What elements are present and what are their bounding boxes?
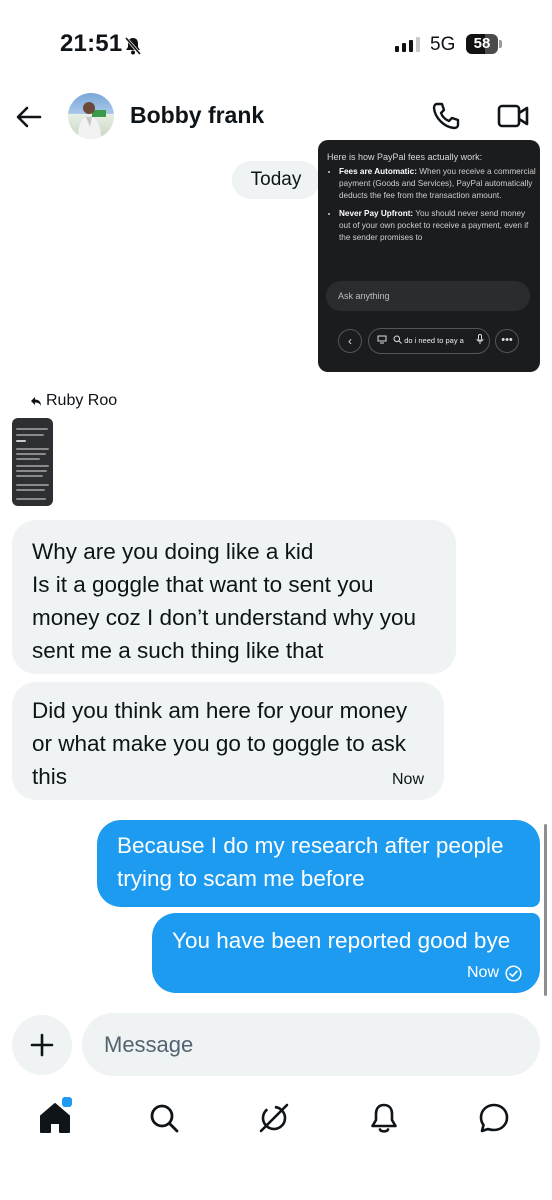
- search-icon[interactable]: [146, 1100, 182, 1136]
- network-type: 5G: [430, 34, 456, 55]
- contact-name[interactable]: Bobby frank: [130, 102, 264, 129]
- bullet-title: Fees are Automatic:: [339, 167, 417, 176]
- message-time: Now: [466, 964, 499, 981]
- plus-icon: [30, 1033, 54, 1057]
- screenshot-more-icon: •••: [495, 329, 519, 353]
- messages-icon[interactable]: [476, 1100, 512, 1136]
- message-time: Now: [391, 771, 424, 788]
- bullet-title: Never Pay Upfront:: [339, 209, 414, 218]
- status-time: 21:51: [60, 30, 123, 57]
- bell-icon[interactable]: [366, 1100, 402, 1136]
- screenshot-search-icon: [393, 335, 402, 344]
- incoming-message[interactable]: Did you think am here for your money or …: [12, 682, 444, 800]
- date-divider: Today: [232, 161, 320, 199]
- shared-screenshot-card[interactable]: Here is how PayPal fees actually work: F…: [318, 140, 540, 372]
- screenshot-query-pill: do i need to pay a: [368, 328, 490, 354]
- screenshot-back-icon: ‹: [338, 329, 362, 353]
- screenshot-bullet: Never Pay Upfront: You should never send…: [339, 208, 537, 244]
- reply-image-thumbnail[interactable]: [12, 418, 53, 506]
- message-text: Because I do my research after people tr…: [117, 833, 504, 891]
- add-attachment-button[interactable]: [12, 1015, 72, 1075]
- screenshot-mic-icon: [476, 334, 484, 344]
- screenshot-bullet-list: Fees are Automatic: When you receive a c…: [327, 166, 537, 250]
- back-arrow-icon[interactable]: [14, 102, 44, 132]
- video-call-icon[interactable]: [496, 101, 530, 131]
- silent-bell-icon: [124, 37, 142, 55]
- phone-call-icon[interactable]: [430, 100, 462, 132]
- read-check-icon: [505, 964, 522, 982]
- reply-reference: Ruby Roo: [30, 392, 117, 410]
- screenshot-monitor-icon: [377, 335, 387, 344]
- notification-dot: [60, 1095, 74, 1109]
- outgoing-message[interactable]: Because I do my research after people tr…: [97, 820, 540, 907]
- message-text: Why are you doing like a kid Is it a gog…: [32, 539, 416, 663]
- screenshot-intro: Here is how PayPal fees actually work:: [327, 152, 483, 162]
- reply-to-name: Ruby Roo: [46, 392, 118, 409]
- message-input[interactable]: [82, 1013, 540, 1076]
- screenshot-ask-input: Ask anything: [326, 281, 530, 311]
- screenshot-bullet: Fees are Automatic: When you receive a c…: [339, 166, 537, 202]
- message-status: Now: [467, 963, 522, 983]
- incoming-message[interactable]: Why are you doing like a kid Is it a gog…: [12, 520, 456, 674]
- screenshot-query-text: do i need to pay a: [404, 336, 464, 345]
- battery-icon: 58: [466, 34, 502, 54]
- battery-percent: 58: [473, 35, 491, 52]
- grok-icon[interactable]: [256, 1100, 292, 1136]
- avatar-person-icon: [78, 102, 106, 139]
- message-text: You have been reported good bye: [172, 928, 511, 953]
- reply-arrow-icon: [31, 397, 41, 406]
- avatar[interactable]: [68, 93, 114, 139]
- outgoing-message[interactable]: You have been reported good bye Now: [152, 913, 540, 993]
- scrollbar[interactable]: [544, 824, 547, 996]
- cellular-signal-icon: [395, 37, 420, 52]
- message-text: Did you think am here for your money or …: [32, 698, 408, 789]
